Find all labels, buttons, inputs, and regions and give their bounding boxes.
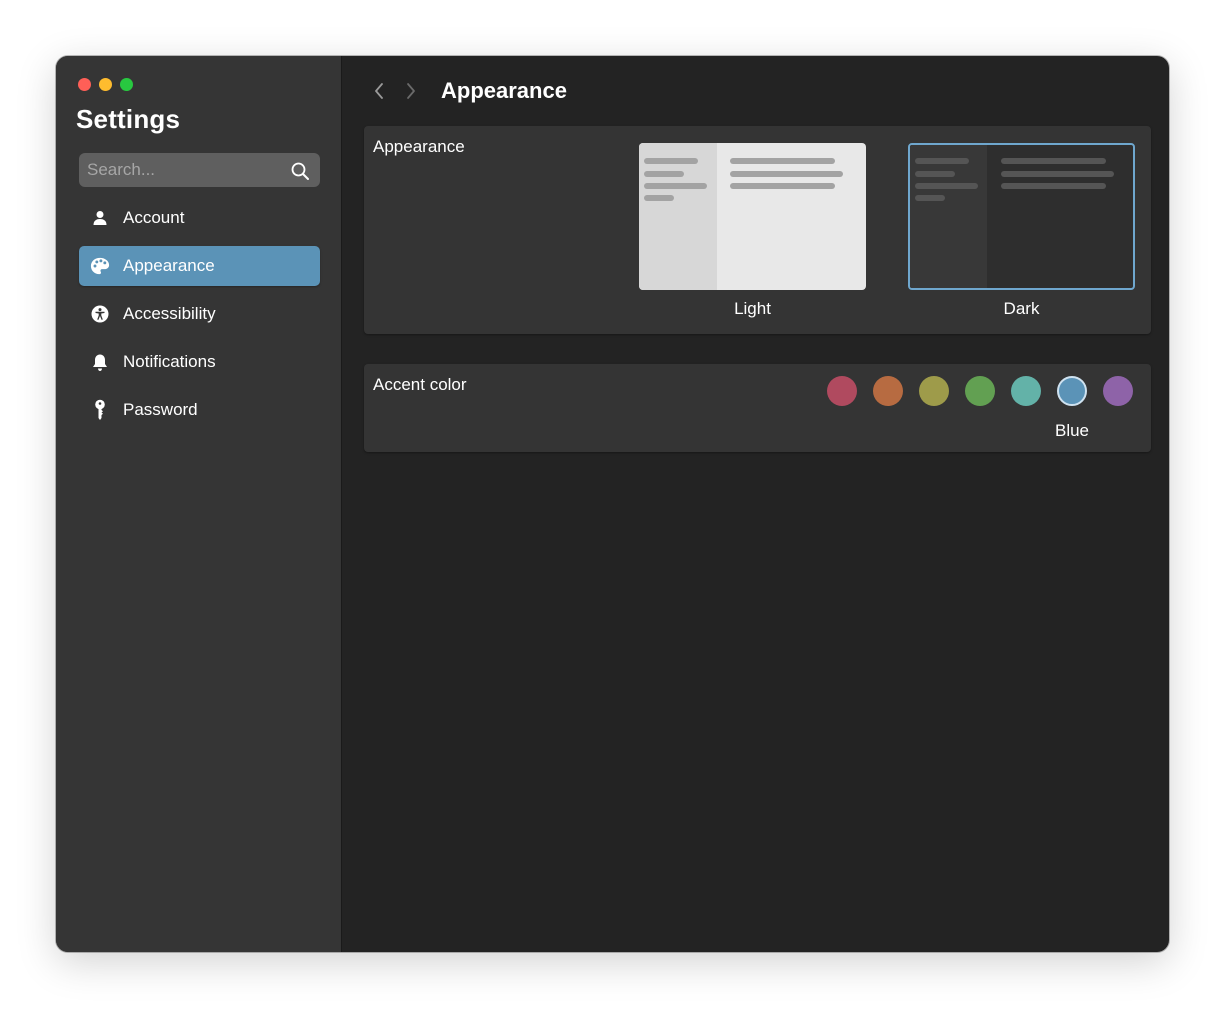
preview-line xyxy=(644,195,674,201)
accent-color-card: Accent color Blue xyxy=(364,364,1151,452)
preview-line xyxy=(730,158,835,164)
accent-swatch-blue[interactable] xyxy=(1057,376,1087,406)
preview-line xyxy=(915,195,945,201)
accent-swatch-purple[interactable] xyxy=(1103,376,1133,406)
page-title: Appearance xyxy=(441,78,567,103)
sidebar-title: Settings xyxy=(76,104,181,134)
search-box[interactable] xyxy=(79,153,320,187)
accent-swatch-green[interactable] xyxy=(965,376,995,406)
accent-swatch-red[interactable] xyxy=(827,376,857,406)
chevron-left-icon[interactable] xyxy=(370,80,388,102)
appearance-card: Appearance Light Dark xyxy=(364,126,1151,334)
history-navigation xyxy=(370,80,420,102)
palette-icon xyxy=(90,256,110,276)
maximize-window-button[interactable] xyxy=(120,78,133,91)
theme-option-dark[interactable]: Dark xyxy=(908,143,1135,319)
sidebar-nav: Account Appearance Accessibility Notific… xyxy=(79,198,320,438)
appearance-label: Appearance xyxy=(373,137,465,156)
preview-line xyxy=(915,183,978,189)
sidebar-item-accessibility[interactable]: Accessibility xyxy=(79,294,320,334)
preview-line xyxy=(915,158,969,164)
preview-line xyxy=(644,183,707,189)
sidebar-item-label: Password xyxy=(123,400,198,419)
theme-option-light[interactable]: Light xyxy=(639,143,866,319)
accent-selected-label: Blue xyxy=(1054,421,1090,440)
preview-sidebar xyxy=(639,143,717,290)
accent-color-label: Accent color xyxy=(373,375,467,394)
accent-swatches xyxy=(827,376,1133,406)
accent-swatch-orange[interactable] xyxy=(873,376,903,406)
preview-line xyxy=(730,183,835,189)
sidebar-item-label: Accessibility xyxy=(123,304,216,323)
chevron-right-icon[interactable] xyxy=(402,80,420,102)
sidebar: Settings Account xyxy=(56,56,342,952)
accent-swatch-teal[interactable] xyxy=(1011,376,1041,406)
preview-line xyxy=(1001,183,1106,189)
preview-line xyxy=(915,171,955,177)
preview-line xyxy=(644,158,698,164)
person-icon xyxy=(90,208,110,228)
accent-swatch-yellow[interactable] xyxy=(919,376,949,406)
bell-icon xyxy=(90,352,110,372)
window-controls xyxy=(78,78,133,91)
preview-line xyxy=(644,171,684,177)
main-content: Appearance Appearance Light Dark Accent … xyxy=(342,56,1169,952)
close-window-button[interactable] xyxy=(78,78,91,91)
sidebar-item-account[interactable]: Account xyxy=(79,198,320,238)
preview-line xyxy=(1001,158,1106,164)
preview-line xyxy=(1001,171,1114,177)
light-theme-preview[interactable] xyxy=(639,143,866,290)
preview-line xyxy=(730,171,843,177)
minimize-window-button[interactable] xyxy=(99,78,112,91)
dark-theme-preview[interactable] xyxy=(908,143,1135,290)
preview-sidebar xyxy=(910,145,987,288)
theme-caption-light: Light xyxy=(734,299,771,318)
search-input[interactable] xyxy=(79,153,279,187)
sidebar-item-password[interactable]: Password xyxy=(79,390,320,430)
key-icon xyxy=(90,399,110,420)
sidebar-item-label: Notifications xyxy=(123,352,216,371)
sidebar-item-appearance[interactable]: Appearance xyxy=(79,246,320,286)
sidebar-item-label: Appearance xyxy=(123,256,215,275)
theme-caption-dark: Dark xyxy=(1003,299,1040,318)
sidebar-item-label: Account xyxy=(123,208,185,227)
settings-window: Settings Account xyxy=(56,56,1169,952)
sidebar-item-notifications[interactable]: Notifications xyxy=(79,342,320,382)
search-icon[interactable] xyxy=(290,161,310,181)
accessibility-icon xyxy=(90,304,110,324)
